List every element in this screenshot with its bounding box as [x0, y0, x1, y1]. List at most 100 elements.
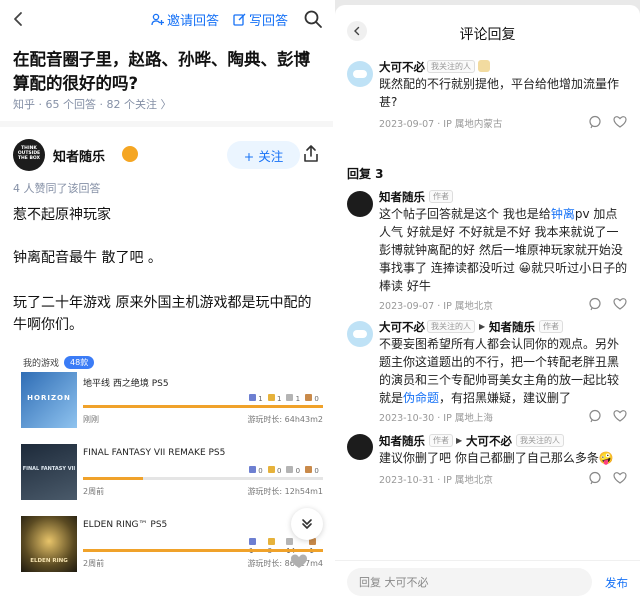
heart-icon[interactable] [613, 115, 627, 129]
game-item: ELDEN RING ELDEN RING™ PS5 1 3 14 1 2周前 … [21, 516, 323, 576]
question-page: 邀请回答 写回答 在配音圈子里，赵路、孙晔、陶典、彭博算配的很好的吗? 知乎 ·… [0, 0, 333, 600]
comment-body: 这个帖子回答就是这个 我也是给钟离pv 加点人气 好就是好 不好就是不好 我本来… [379, 205, 629, 295]
invite-answer-button[interactable]: 邀请回答 [151, 10, 220, 29]
search-icon[interactable] [303, 9, 323, 29]
progress-bar [83, 405, 323, 408]
gold-trophy-icon [267, 538, 275, 545]
commenter-avatar[interactable] [347, 61, 373, 87]
reply-to-name[interactable]: 知者随乐 [489, 319, 535, 335]
avatar-text: THINK OUTSIDE THE BOX [17, 146, 41, 161]
gold-trophy-icon [267, 394, 275, 401]
following-tag: 我关注的人 [427, 320, 475, 333]
games-count-badge: 48款 [64, 356, 95, 369]
trophy-count: 1 [258, 395, 263, 403]
answer-paragraph: 惹不起原神玩家 [13, 207, 111, 223]
comment-icon[interactable] [588, 115, 602, 129]
last-played: 2周前 [83, 559, 105, 568]
question-meta[interactable]: 知乎 · 65 个回答 · 82 个关注 〉 [13, 96, 171, 112]
reply-arrow-icon: ▶ [479, 322, 486, 331]
heart-icon[interactable] [290, 553, 308, 571]
comment-meta: 2023-10-30 · IP 属地上海 [379, 413, 493, 424]
trophy-count: 1 [276, 395, 282, 403]
follow-button[interactable]: + 关注 [227, 141, 300, 169]
comment-reply-sheet: 评论回复 大可不必 我关注的人 既然配的不行就别提他，平台给他增加流量作甚? 2… [335, 5, 640, 600]
reply-text: 建议你删了吧 你自己都删了自己那么多条🤪 [379, 451, 614, 465]
answer-paragraph: 玩了二十年游戏 原来外国主机游戏都是玩中配的 牛啊你们。 [13, 295, 312, 333]
sheet-title: 评论回复 [459, 27, 516, 43]
trophy-counts: 1 1 1 0 [249, 394, 319, 403]
last-played: 刚刚 [83, 415, 99, 424]
bronze-trophy-icon [305, 394, 313, 401]
play-time: 游玩时长: 86h27m4 [247, 559, 323, 568]
commenter-name[interactable]: 大可不必 [379, 319, 425, 335]
trophy-counts: 1 3 14 1 [249, 538, 323, 555]
heart-icon[interactable] [613, 297, 627, 311]
upvote-count: 4 人赞同了该回答 [13, 182, 101, 195]
reply-input[interactable]: 回复 大可不必 [347, 568, 592, 596]
commenter-name[interactable]: 知者随乐 [379, 189, 425, 205]
write-answer-button[interactable]: 写回答 [233, 10, 289, 29]
silver-trophy-icon [286, 538, 294, 545]
commenter-name[interactable]: 知者随乐 [379, 433, 425, 449]
cover-text: FINAL FANTASY VII [22, 466, 76, 472]
commenter-avatar[interactable] [347, 434, 373, 460]
comment-panel-backdrop: 评论回复 大可不必 我关注的人 既然配的不行就别提他，平台给他增加流量作甚? 2… [335, 0, 640, 600]
replies-count: 回复 3 [347, 167, 384, 181]
sheet-header: 评论回复 [335, 5, 640, 49]
invite-label: 邀请回答 [167, 13, 220, 29]
author-name[interactable]: 知者随乐 [53, 146, 105, 165]
platinum-trophy-icon [249, 538, 256, 545]
game-cover: HORIZON [21, 372, 77, 428]
comment-body: 建议你删了吧 你自己都删了自己那么多条🤪 [379, 449, 629, 467]
back-icon[interactable] [9, 9, 29, 29]
following-tag: 我关注的人 [516, 434, 564, 447]
game-cover: FINAL FANTASY VII [21, 444, 77, 500]
topic-link[interactable]: 伪命题 [403, 391, 439, 405]
heart-icon[interactable] [613, 471, 627, 485]
reply-text: 这个帖子回答就是这个 我也是给 [379, 207, 551, 221]
invite-icon [151, 13, 164, 26]
comment-meta: 2023-09-07 · IP 属地北京 [379, 301, 493, 312]
chevron-double-down-icon [300, 517, 314, 531]
following-tag: 我关注的人 [427, 60, 475, 73]
game-cover: ELDEN RING [21, 516, 77, 572]
comment-icon[interactable] [588, 471, 602, 485]
comment-icon[interactable] [588, 297, 602, 311]
platinum-trophy-icon [249, 394, 256, 401]
share-icon[interactable] [301, 144, 321, 164]
topic-link[interactable]: 钟离 [551, 207, 575, 221]
trophy-count: 0 [295, 467, 301, 475]
comment-meta: 2023-09-07 · IP 属地内蒙古 [379, 119, 503, 130]
cover-text: HORIZON [27, 394, 71, 402]
progress-bar [83, 477, 323, 480]
silver-trophy-icon [286, 394, 294, 401]
comment-body: 既然配的不行就别提他，平台给他增加流量作甚? [379, 77, 620, 109]
comment-body: 不要妄图希望所有人都会认同你的观点。另外题主你这道题出的不行，把一个转配老胖丑黑… [379, 335, 629, 407]
commenter-avatar[interactable] [347, 191, 373, 217]
badge-icon [122, 146, 138, 162]
answer-paragraph: 钟离配音最牛 散了吧 。 [13, 250, 162, 266]
scroll-down-button[interactable] [291, 508, 323, 540]
heart-icon[interactable] [613, 409, 627, 423]
progress-bar [83, 549, 323, 552]
author-avatar[interactable]: THINK OUTSIDE THE BOX [13, 139, 45, 171]
send-button[interactable]: 发布 [605, 575, 628, 591]
silver-trophy-icon [286, 466, 294, 473]
comment-icon[interactable] [588, 409, 602, 423]
gold-trophy-icon [267, 466, 275, 473]
divider [0, 121, 333, 127]
game-title: FINAL FANTASY VII REMAKE PS5 [83, 448, 226, 458]
game-item: HORIZON 地平线 西之绝境 PS5 1 1 1 0 刚刚 游玩时长: 64… [21, 372, 323, 432]
games-title: 我的游戏 [23, 359, 60, 369]
question-title[interactable]: 在配音圈子里，赵路、孙晔、陶典、彭博算配的很好的吗? [13, 48, 325, 96]
bronze-trophy-icon [305, 466, 313, 473]
commenter-name[interactable]: 大可不必 [379, 59, 425, 75]
author-row: THINK OUTSIDE THE BOX 知者随乐 + 关注 [13, 139, 323, 171]
comment-meta: 2023-10-31 · IP 属地北京 [379, 475, 493, 486]
write-label: 写回答 [249, 13, 289, 29]
games-image[interactable]: 我的游戏 48款 HORIZON 地平线 西之绝境 PS5 1 1 1 0 刚刚… [13, 352, 325, 584]
commenter-avatar[interactable] [347, 321, 373, 347]
reply-to-name[interactable]: 大可不必 [466, 433, 512, 449]
level-badge-icon [478, 60, 490, 72]
game-item: FINAL FANTASY VII FINAL FANTASY VII REMA… [21, 444, 323, 504]
